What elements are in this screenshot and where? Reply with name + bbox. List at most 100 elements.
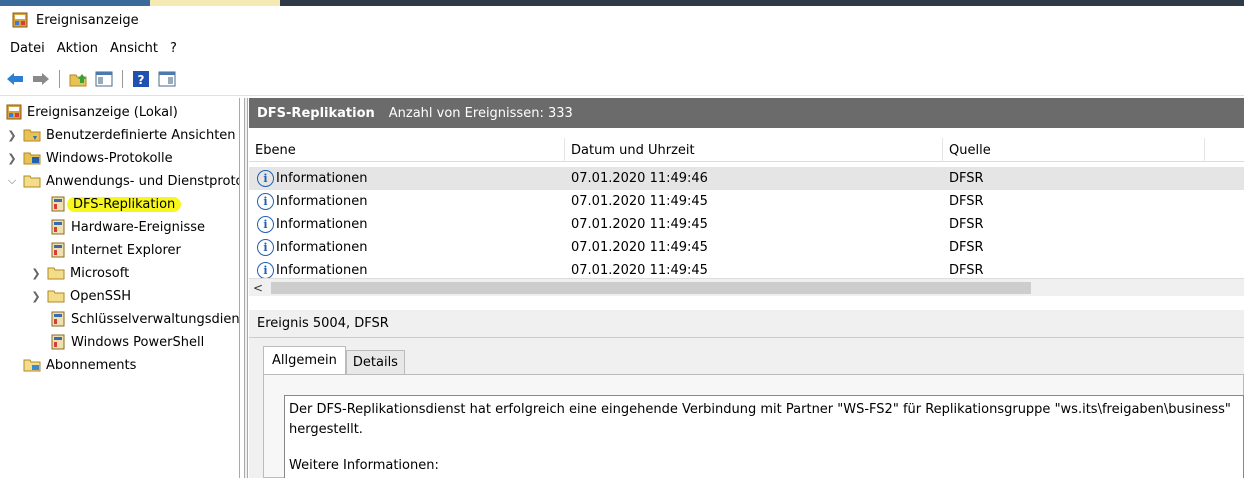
log-title: DFS-Replikation [257, 105, 375, 121]
table-row[interactable]: i Informationen 07.01.2020 11:49:45 DFSR [249, 190, 1244, 213]
table-row[interactable]: i Informationen 07.01.2020 11:49:45 DFSR [249, 213, 1244, 236]
tree-item-custom-views[interactable]: ❯ Benutzerdefinierte Ansichten [6, 124, 236, 146]
title-bar: Ereignisanzeige [0, 6, 1244, 34]
tree-item-windows-powershell[interactable]: Windows PowerShell [50, 331, 204, 353]
tree-item-label: OpenSSH [70, 288, 132, 304]
show-hide-action-pane-icon[interactable] [156, 68, 178, 90]
tree-item-app-service-logs[interactable]: ⌵ Anwendungs- und Dienstprotokolle [6, 170, 239, 192]
tree-item-hardware-events[interactable]: Hardware-Ereignisse [50, 216, 205, 238]
chevron-right-icon[interactable]: ❯ [6, 152, 18, 165]
folder-up-icon[interactable] [67, 68, 89, 90]
tree-item-label: Abonnements [46, 357, 137, 373]
events-table: Ebene Datum und Uhrzeit Quelle i Informat… [249, 138, 1244, 298]
tree-item-openssh[interactable]: ❯ OpenSSH [30, 285, 131, 307]
scroll-left-arrow[interactable]: < [253, 279, 263, 297]
tree-item-root[interactable]: Ereignisanzeige (Lokal) [6, 101, 178, 123]
info-icon: i [257, 193, 274, 210]
cell-datetime: 07.01.2020 11:49:45 [571, 240, 708, 255]
app-service-logs-folder-icon [23, 174, 41, 188]
cell-level: Informationen [276, 171, 368, 186]
chevron-right-icon[interactable]: ❯ [30, 290, 42, 303]
cell-source: DFSR [949, 171, 984, 186]
forward-arrow-icon[interactable] [30, 68, 52, 90]
menu-help[interactable]: ? [164, 41, 183, 56]
table-row[interactable]: i Informationen 07.01.2020 11:49:45 DFSR [249, 259, 1244, 278]
table-row[interactable]: i Informationen 07.01.2020 11:49:46 DFSR [249, 167, 1244, 190]
tree-item-microsoft[interactable]: ❯ Microsoft [30, 262, 129, 284]
windows-logs-folder-icon [23, 151, 41, 165]
table-row[interactable]: i Informationen 07.01.2020 11:49:45 DFSR [249, 236, 1244, 259]
event-viewer-icon [12, 12, 28, 28]
menu-ansicht[interactable]: Ansicht [104, 41, 164, 56]
cell-source: DFSR [949, 217, 984, 232]
cell-level: Informationen [276, 194, 368, 209]
tree-item-label: Benutzerdefinierte Ansichten [46, 127, 236, 143]
menu-aktion[interactable]: Aktion [51, 41, 104, 56]
horizontal-scrollbar[interactable]: < [249, 278, 1244, 296]
tree-item-label: Microsoft [70, 265, 130, 281]
log-icon [50, 196, 66, 212]
detail-tabs: Allgemein Details [263, 346, 405, 375]
help-icon[interactable]: ? [130, 68, 152, 90]
event-detail-pane: Allgemein Details Der DFS-Replikationsdi… [249, 338, 1244, 478]
toolbar-separator [122, 69, 123, 88]
tree-root-label: Ereignisanzeige (Lokal) [27, 104, 178, 120]
tree-item-label: Windows-Protokolle [46, 150, 173, 166]
cell-datetime: 07.01.2020 11:49:45 [571, 194, 708, 209]
log-header: DFS-Replikation Anzahl von Ereignissen: … [249, 98, 1244, 128]
main-pane: DFS-Replikation Anzahl von Ereignissen: … [249, 98, 1244, 478]
svg-text:?: ? [138, 73, 145, 87]
column-header-datetime[interactable]: Datum und Uhrzeit [565, 138, 943, 162]
column-header-level[interactable]: Ebene [249, 138, 565, 162]
scroll-thumb[interactable] [271, 282, 1031, 294]
window-title: Ereignisanzeige [36, 12, 139, 28]
pane-splitter[interactable] [244, 98, 248, 478]
show-hide-tree-icon[interactable] [93, 68, 115, 90]
toolbar-separator [59, 69, 60, 88]
chevron-right-icon[interactable]: ❯ [6, 129, 18, 142]
cell-datetime: 07.01.2020 11:49:45 [571, 263, 708, 278]
table-header: Ebene Datum und Uhrzeit Quelle [249, 138, 1244, 162]
description-line: hergestellt. [289, 422, 363, 437]
column-header-source[interactable]: Quelle [943, 138, 1205, 162]
tree-item-label: Schlüsselverwaltungsdienst [71, 311, 240, 327]
tab-details[interactable]: Details [345, 350, 405, 374]
event-description[interactable]: Der DFS-Replikationsdienst hat erfolgrei… [284, 395, 1244, 478]
tree-item-internet-explorer[interactable]: Internet Explorer [50, 239, 181, 261]
tab-body: Der DFS-Replikationsdienst hat erfolgrei… [263, 374, 1244, 478]
tree-item-dfs-replication[interactable]: DFS-Replikation [50, 193, 182, 215]
tree-item-label-highlighted: DFS-Replikation [67, 196, 182, 212]
cell-source: DFSR [949, 263, 984, 278]
log-icon [50, 334, 66, 350]
toolbar: ? [0, 62, 1244, 96]
chevron-down-icon[interactable]: ⌵ [6, 174, 18, 188]
cell-source: DFSR [949, 194, 984, 209]
info-icon: i [257, 216, 274, 233]
event-viewer-icon [6, 104, 22, 120]
event-count: Anzahl von Ereignissen: 333 [388, 105, 573, 121]
cell-level: Informationen [276, 240, 368, 255]
tree-item-label: Internet Explorer [71, 242, 181, 258]
log-icon [50, 311, 66, 327]
tab-allgemein[interactable]: Allgemein [263, 346, 346, 375]
log-icon [50, 242, 66, 258]
back-arrow-icon[interactable] [4, 68, 26, 90]
tree-item-label: Anwendungs- und Dienstprotokolle [46, 173, 239, 189]
tree-item-subscriptions[interactable]: Abonnements [6, 354, 136, 376]
info-icon: i [257, 262, 274, 278]
tree-item-windows-logs[interactable]: ❯ Windows-Protokolle [6, 147, 173, 169]
tree-item-label: Hardware-Ereignisse [71, 219, 205, 235]
menu-bar: Datei Aktion Ansicht ? [0, 36, 1244, 60]
log-icon [50, 219, 66, 235]
cell-source: DFSR [949, 240, 984, 255]
cell-level: Informationen [276, 263, 368, 278]
tree-item-key-management[interactable]: Schlüsselverwaltungsdienst [50, 308, 240, 330]
custom-views-folder-icon [23, 128, 41, 142]
chevron-right-icon[interactable]: ❯ [30, 267, 42, 280]
description-line: Weitere Informationen: [289, 458, 439, 473]
event-detail-header: Ereignis 5004, DFSR [249, 310, 1244, 338]
cell-datetime: 07.01.2020 11:49:45 [571, 217, 708, 232]
description-line: Der DFS-Replikationsdienst hat erfolgrei… [289, 402, 1231, 417]
menu-datei[interactable]: Datei [4, 41, 51, 56]
